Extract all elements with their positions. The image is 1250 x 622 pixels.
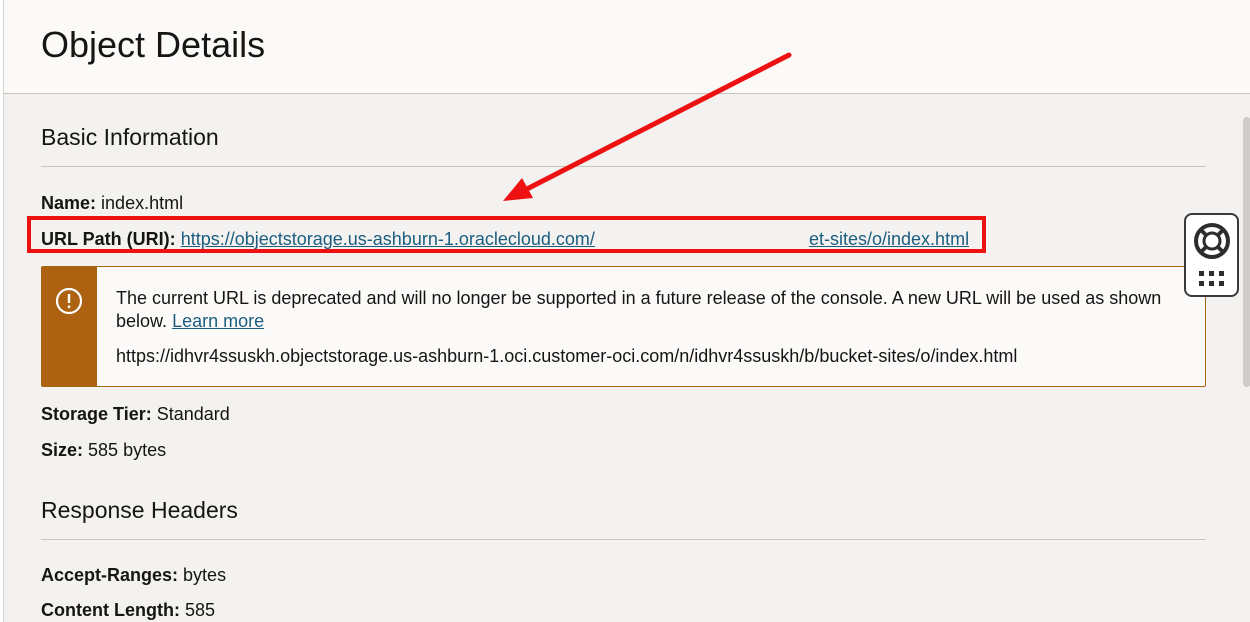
storage-tier-label: Storage Tier:	[41, 404, 152, 424]
size-value: 585 bytes	[88, 440, 167, 460]
accept-ranges-label: Accept-Ranges:	[41, 565, 179, 585]
size-label: Size:	[41, 440, 84, 460]
notice-message-block: The current URL is deprecated and will n…	[116, 287, 1176, 333]
notice-message: The current URL is deprecated and will n…	[116, 288, 1162, 331]
new-url-text: https://idhvr4ssuskh.objectstorage.us-as…	[116, 346, 1018, 366]
storage-tier-field: Storage Tier: Standard	[41, 404, 230, 425]
page-title: Object Details	[41, 24, 266, 65]
scrollbar[interactable]	[1243, 117, 1250, 387]
size-field: Size: 585 bytes	[41, 440, 166, 461]
divider	[41, 539, 1206, 540]
name-label: Name:	[41, 193, 97, 213]
accept-ranges-field: Accept-Ranges: bytes	[41, 565, 226, 586]
object-details-panel: Object Details Basic Information Name: i…	[3, 0, 1250, 622]
panel-header: Object Details	[4, 0, 1250, 94]
content-length-label: Content Length:	[41, 600, 180, 620]
grid-dots-icon[interactable]	[1198, 270, 1226, 288]
help-widget[interactable]	[1184, 213, 1239, 297]
divider	[41, 166, 1206, 167]
lifebuoy-icon[interactable]	[1192, 221, 1232, 261]
learn-more-link[interactable]: Learn more	[172, 311, 264, 331]
content-length-value: 585	[184, 600, 216, 620]
notice-accent-bar	[42, 267, 97, 386]
basic-information-heading: Basic Information	[41, 124, 219, 150]
warning-circle-icon	[55, 287, 83, 315]
response-headers-heading: Response Headers	[41, 497, 238, 523]
deprecation-notice: The current URL is deprecated and will n…	[41, 266, 1206, 387]
storage-tier-value: Standard	[156, 404, 230, 424]
name-value: index.html	[101, 193, 184, 213]
accept-ranges-value: bytes	[183, 565, 227, 585]
name-field: Name: index.html	[41, 193, 183, 214]
content-length-field: Content Length: 585	[41, 600, 215, 621]
annotation-highlight-box	[27, 216, 986, 253]
